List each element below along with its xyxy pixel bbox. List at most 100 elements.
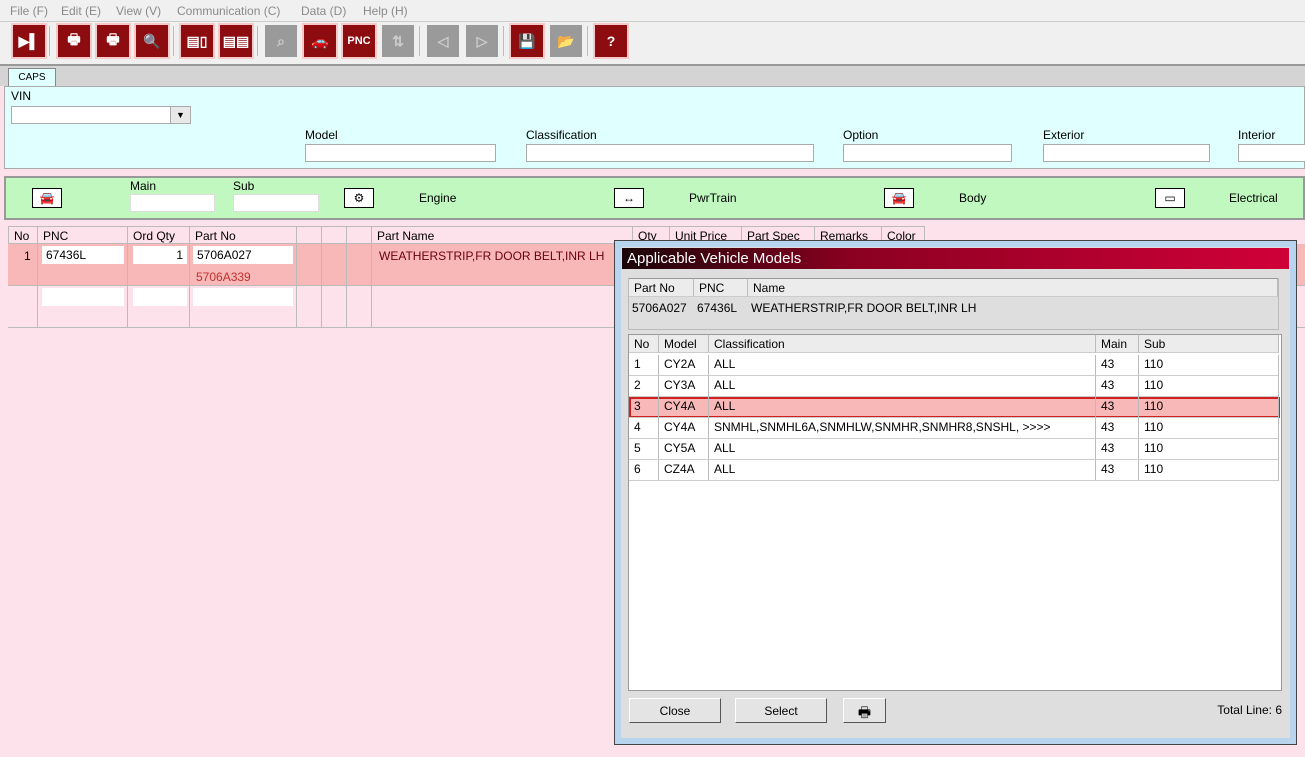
part-info-part-no: 5706A027	[632, 301, 687, 315]
next-button[interactable]: ▷	[466, 25, 498, 57]
model-cell: 110	[1139, 355, 1279, 376]
part-info-pnc: 67436L	[697, 301, 738, 315]
list-view-2-button[interactable]: ▤▤	[220, 25, 252, 57]
transfer-button[interactable]: ⇅	[382, 25, 414, 57]
help-button[interactable]: ?	[595, 25, 627, 57]
select-button[interactable]: Select	[735, 698, 827, 723]
column-header[interactable]: PNC	[38, 226, 128, 244]
print-screen-button[interactable]: 🖶	[58, 25, 90, 57]
open-folder-button[interactable]: 📂	[550, 25, 582, 57]
models-column-header[interactable]: Main	[1096, 334, 1139, 353]
row-no: 1	[24, 249, 31, 263]
previous-button[interactable]: ◁	[427, 25, 459, 57]
model-cell: ALL	[709, 439, 1096, 460]
sub-label: Sub	[233, 179, 255, 193]
close-button[interactable]: Close	[629, 698, 721, 723]
body-icon[interactable]: 🚘	[884, 188, 914, 208]
column-header[interactable]	[322, 226, 347, 244]
menu-edit[interactable]: Edit (E)	[61, 4, 101, 18]
model-cell: CY2A	[659, 355, 709, 376]
binoculars-button[interactable]: ⌕	[265, 25, 297, 57]
list-view-2-icon: ▤▤	[222, 32, 250, 49]
model-cell: 43	[1096, 439, 1139, 460]
engine-label[interactable]: Engine	[419, 191, 456, 205]
menu-data[interactable]: Data (D)	[301, 4, 346, 18]
menu-communication[interactable]: Communication (C)	[177, 4, 280, 18]
column-header[interactable]: Ord Qty	[128, 226, 190, 244]
printer-icon: 🖶	[857, 704, 872, 720]
column-header[interactable]	[347, 226, 372, 244]
part-no-field[interactable]: 5706A027	[193, 246, 293, 264]
chevron-down-icon[interactable]: ▼	[170, 107, 190, 123]
alt-part-no[interactable]: 5706A339	[196, 270, 251, 284]
tab-caps[interactable]: CAPS	[8, 68, 56, 87]
model-cell: CY4A	[659, 397, 709, 418]
models-column-header[interactable]: Sub	[1139, 334, 1279, 353]
vin-label: VIN	[11, 89, 32, 103]
group-panel: 🚘 Main Sub ⚙ Engine ↔ PwrTrain 🚘 Body ▭ …	[4, 176, 1305, 220]
interior-input[interactable]	[1238, 144, 1305, 162]
next-icon: ▷	[476, 32, 488, 49]
list-view-button[interactable]: ▤▯	[181, 25, 213, 57]
powertrain-icon[interactable]: ↔	[614, 188, 644, 208]
model-cell: 110	[1139, 418, 1279, 439]
menu-file[interactable]: File (F)	[10, 4, 48, 18]
print-preview-icon: 🔍	[143, 32, 161, 49]
toolbar-separator	[257, 26, 258, 56]
model-cell: 3	[629, 397, 659, 418]
toolbar-separator	[587, 26, 588, 56]
list-view-icon: ▤▯	[186, 32, 208, 49]
printer-icon: 🖶	[106, 31, 120, 47]
column-divider	[321, 244, 322, 328]
main-input[interactable]	[130, 194, 215, 212]
part-info-header: Name	[748, 278, 1278, 297]
pwrtrain-label[interactable]: PwrTrain	[689, 191, 737, 205]
menu-bar: File (F) Edit (E) View (V) Communication (C…	[0, 0, 1305, 22]
pnc-field-empty[interactable]	[42, 288, 124, 306]
pnc-field[interactable]: 67436L	[42, 246, 124, 264]
model-cell: 110	[1139, 397, 1279, 418]
vin-combobox[interactable]	[11, 106, 191, 124]
ord-qty-field-empty[interactable]	[133, 288, 187, 306]
column-header[interactable]: Part No	[190, 226, 297, 244]
battery-icon[interactable]: ▭	[1155, 188, 1185, 208]
column-divider	[127, 244, 128, 328]
pnc-button[interactable]: PNC	[343, 25, 375, 57]
body-label[interactable]: Body	[959, 191, 986, 205]
model-cell: CY3A	[659, 376, 709, 397]
car-button[interactable]: 🚗	[304, 25, 336, 57]
previous-icon: ◁	[437, 32, 449, 49]
printer-button[interactable]: 🖶	[97, 25, 129, 57]
dialog-title: Applicable Vehicle Models	[622, 248, 1289, 269]
print-preview-button[interactable]: 🔍	[136, 25, 168, 57]
column-header[interactable]	[297, 226, 322, 244]
exit-button[interactable]: ▶▌	[13, 25, 45, 57]
menu-help[interactable]: Help (H)	[363, 4, 408, 18]
menu-view[interactable]: View (V)	[116, 4, 161, 18]
exterior-input[interactable]	[1043, 144, 1210, 162]
toolbar-separator	[173, 26, 174, 56]
column-header[interactable]: No	[8, 226, 38, 244]
model-cell: 110	[1139, 376, 1279, 397]
models-column-header[interactable]: No	[629, 334, 659, 353]
electrical-label[interactable]: Electrical	[1229, 191, 1278, 205]
models-column-header[interactable]: Classification	[709, 334, 1096, 353]
models-column-header[interactable]: Model	[659, 334, 709, 353]
model-cell: 6	[629, 460, 659, 481]
option-input[interactable]	[843, 144, 1012, 162]
exit-icon: ▶▌	[18, 32, 40, 49]
column-header[interactable]: Part Name	[372, 226, 633, 244]
model-cell: 110	[1139, 460, 1279, 481]
car-icon[interactable]: 🚘	[32, 188, 62, 208]
save-button[interactable]: 💾	[511, 25, 543, 57]
option-label: Option	[843, 128, 879, 142]
classification-input[interactable]	[526, 144, 814, 162]
toolbar-separator	[419, 26, 420, 56]
engine-icon[interactable]: ⚙	[344, 188, 374, 208]
sub-input[interactable]	[233, 194, 319, 212]
ord-qty-field[interactable]: 1	[133, 246, 187, 264]
print-button[interactable]: 🖶	[843, 698, 886, 723]
part-no-field-empty[interactable]	[193, 288, 293, 306]
model-input[interactable]	[305, 144, 496, 162]
model-cell: 5	[629, 439, 659, 460]
